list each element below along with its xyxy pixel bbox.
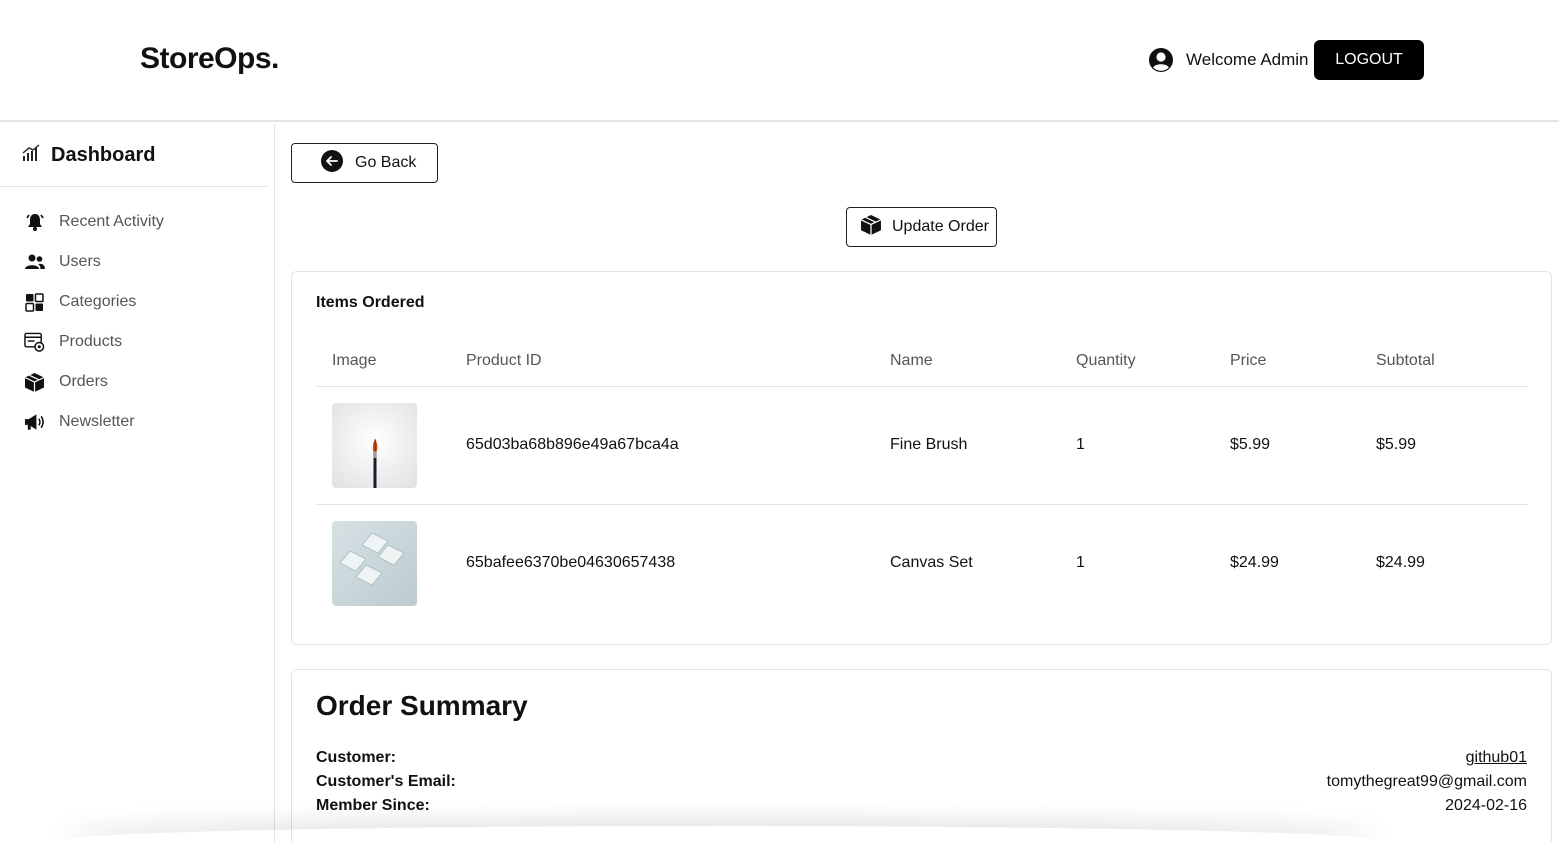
summary-email-row: Customer's Email: tomythegreat99@gmail.c…	[316, 770, 1527, 794]
fine-brush-image[interactable]	[332, 402, 417, 488]
canvas-set-image[interactable]	[332, 520, 417, 606]
column-header-product-id: Product ID	[466, 336, 890, 387]
box-icon	[860, 214, 882, 241]
sidebar-item-newsletter[interactable]: Newsletter	[0, 402, 267, 442]
table-row: 65d03ba68b896e49a67bca4a Fine Brush 1 $5…	[316, 386, 1528, 505]
categories-icon	[24, 292, 45, 313]
price-cell: $24.99	[1230, 554, 1279, 572]
summary-member-since-row: Member Since: 2024-02-16	[316, 794, 1527, 818]
go-back-button[interactable]: Go Back	[291, 143, 438, 183]
products-icon	[24, 332, 45, 353]
product-id-cell: 65bafee6370be04630657438	[466, 554, 676, 572]
sidebar-item-orders[interactable]: Orders	[0, 362, 267, 402]
welcome-text: Welcome Admin	[1186, 50, 1309, 69]
customer-link[interactable]: github01	[1466, 749, 1527, 767]
sidebar-item-label: Categories	[59, 293, 137, 310]
chart-bars-icon	[22, 143, 41, 167]
subtotal-cell: $5.99	[1376, 386, 1528, 505]
member-since-label: Member Since:	[316, 797, 430, 814]
update-order-label: Update Order	[892, 218, 989, 235]
welcome-user: Welcome Admin	[1148, 46, 1309, 74]
sidebar-item-categories[interactable]: Categories	[0, 282, 267, 322]
user-circle-icon	[1148, 47, 1174, 73]
order-summary-card: Order Summary Customer: github01 Custome…	[291, 669, 1552, 842]
users-icon	[24, 252, 45, 273]
sidebar: Dashboard Recent Activity Users Categori…	[0, 124, 275, 842]
megaphone-icon	[24, 412, 45, 433]
items-ordered-title: Items Ordered	[316, 294, 425, 311]
sidebar-item-label: Orders	[59, 373, 108, 390]
items-table: Image Product ID Name Quantity Price Sub…	[316, 336, 1528, 622]
email-value: tomythegreat99@gmail.com	[1326, 773, 1527, 790]
email-label: Customer's Email:	[316, 773, 456, 790]
go-back-label: Go Back	[355, 154, 417, 171]
price-cell: $5.99	[1230, 386, 1376, 505]
update-order-button[interactable]: Update Order	[846, 207, 997, 247]
sidebar-item-label: Products	[59, 333, 123, 350]
table-header-row: Image Product ID Name Quantity Price Sub…	[316, 336, 1528, 387]
box-icon	[24, 372, 45, 393]
column-header-price: Price	[1230, 336, 1376, 387]
customer-label: Customer:	[316, 749, 397, 766]
column-header-name: Name	[890, 336, 1076, 387]
summary-customer-row: Customer: github01	[316, 746, 1527, 770]
member-since-value: 2024-02-16	[1445, 797, 1527, 814]
subtotal-cell: $24.99	[1376, 554, 1425, 572]
sidebar-nav: Recent Activity Users Categories Product…	[0, 202, 267, 442]
product-name-cell: Canvas Set	[890, 554, 973, 572]
order-summary-title: Order Summary	[316, 690, 528, 721]
column-header-quantity: Quantity	[1076, 336, 1230, 387]
table-row: 65bafee6370be04630657438 Canvas Set 1 $2…	[316, 504, 1528, 622]
sidebar-item-label: Recent Activity	[59, 213, 164, 230]
sidebar-item-label: Users	[59, 253, 101, 270]
brand-logo[interactable]: StoreOps.	[140, 42, 279, 76]
column-header-subtotal: Subtotal	[1376, 336, 1528, 387]
sidebar-item-label: Newsletter	[59, 413, 135, 430]
arrow-left-circle-icon	[321, 149, 343, 177]
sidebar-item-recent-activity[interactable]: Recent Activity	[0, 202, 267, 242]
sidebar-item-users[interactable]: Users	[0, 242, 267, 282]
quantity-cell: 1	[1076, 386, 1230, 505]
sidebar-title: Dashboard	[51, 143, 156, 166]
product-name-cell: Fine Brush	[890, 386, 1076, 505]
items-ordered-card: Items Ordered Image Product ID Name Quan…	[291, 271, 1552, 645]
sidebar-item-products[interactable]: Products	[0, 322, 267, 362]
product-id-cell: 65d03ba68b896e49a67bca4a	[466, 386, 890, 505]
sidebar-header[interactable]: Dashboard	[0, 124, 267, 187]
top-header: StoreOps. Welcome Admin LOGOUT	[0, 0, 1559, 122]
logout-button[interactable]: LOGOUT	[1314, 40, 1424, 80]
quantity-cell: 1	[1076, 554, 1085, 572]
column-header-image: Image	[316, 336, 466, 387]
bell-icon	[24, 212, 45, 233]
